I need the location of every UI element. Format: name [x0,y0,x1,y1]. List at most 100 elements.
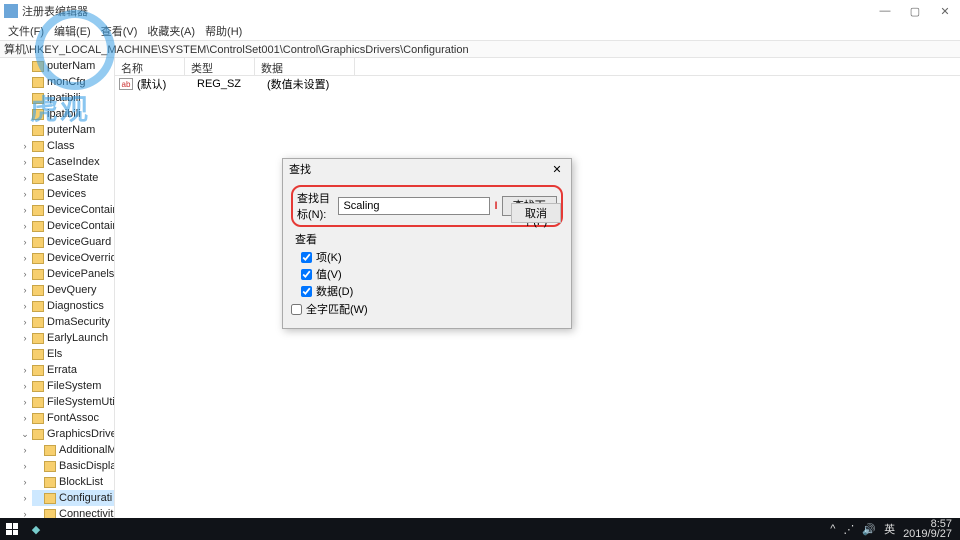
tree-node[interactable]: ipatibili [32,90,114,106]
tree-node[interactable]: ›BasicDispla [32,458,114,474]
tree-node-label: Devices [47,188,86,200]
chevron-right-icon[interactable]: › [20,381,30,391]
cancel-button[interactable]: 取消 [511,203,561,223]
tree-node[interactable]: ›Devices [32,186,114,202]
chevron-right-icon[interactable]: › [20,301,30,311]
chevron-right-icon[interactable]: › [20,461,30,471]
tree-node[interactable]: ›DeviceGuard [32,234,114,250]
tree-node[interactable]: ›DeviceContain [32,202,114,218]
tree-node-label: EarlyLaunch [47,332,108,344]
tree-node[interactable]: puterNam [32,58,114,74]
tree-node[interactable]: ›FileSystem [32,378,114,394]
chevron-right-icon[interactable]: › [20,221,30,231]
chevron-right-icon[interactable]: › [20,205,30,215]
menu-file[interactable]: 文件(F) [4,22,48,40]
tree-node[interactable]: ›DeviceOverrid [32,250,114,266]
tree-node-label: FileSystem [47,380,101,392]
tree-node[interactable]: Els [32,346,114,362]
chevron-right-icon[interactable]: › [20,477,30,487]
tree-node[interactable]: ›Configurati [32,490,114,506]
chevron-right-icon[interactable]: › [20,317,30,327]
tray-network-icon[interactable]: ⋰ [843,523,854,536]
col-type[interactable]: 类型 [185,58,255,75]
tree-panel[interactable]: puterNam monCfg ipatibili ipatibili puterNam… [0,58,115,518]
address-bar[interactable]: 算机\HKEY_LOCAL_MACHINE\SYSTEM\ControlSet0… [0,40,960,58]
chevron-right-icon[interactable]: › [20,413,30,423]
chevron-right-icon[interactable]: › [20,269,30,279]
chevron-right-icon[interactable]: › [20,365,30,375]
tree-node[interactable]: ›CaseIndex [32,154,114,170]
check-keys[interactable]: 项(K) [301,249,563,265]
tree-node[interactable]: ›DevicePanels [32,266,114,282]
col-name[interactable]: 名称 [115,58,185,75]
tree-node[interactable]: ›Class [32,138,114,154]
tree-node[interactable]: ›Errata [32,362,114,378]
maximize-button[interactable]: ▢ [900,0,930,22]
tree-node-label: ipatibili [47,92,81,104]
close-button[interactable]: ✕ [930,0,960,22]
folder-icon [44,445,56,456]
chevron-right-icon[interactable]: › [20,509,30,518]
cell-data: (数值未设置) [267,76,367,92]
tree-node-label: puterNam [47,124,95,136]
folder-icon [32,381,44,392]
chevron-right-icon[interactable]: › [20,333,30,343]
menu-edit[interactable]: 编辑(E) [50,22,95,40]
taskbar-app-icon[interactable]: ◆ [24,518,48,540]
chevron-right-icon[interactable]: › [20,173,30,183]
tree-node[interactable]: ⌄GraphicsDriver [32,426,114,442]
menu-help[interactable]: 帮助(H) [201,22,246,40]
tree-node[interactable]: puterNam [32,122,114,138]
folder-icon [32,429,44,440]
chevron-right-icon[interactable]: › [20,189,30,199]
folder-icon [32,397,44,408]
tree-node[interactable]: ›FontAssoc [32,410,114,426]
tree-node-label: FontAssoc [47,412,99,424]
tray-chevron-icon[interactable]: ^ [830,523,835,535]
tree-node-label: GraphicsDriver [47,428,115,440]
tree-node[interactable]: ›Diagnostics [32,298,114,314]
list-row[interactable]: ab (默认) REG_SZ (数值未设置) [115,76,960,92]
tree-node[interactable]: ipatibili [32,106,114,122]
close-icon[interactable]: ✕ [549,163,565,176]
folder-icon [32,413,44,424]
tree-node[interactable]: ›Connectivit [32,506,114,518]
start-button[interactable] [0,518,24,540]
check-data[interactable]: 数据(D) [301,283,563,299]
folder-icon [32,333,44,344]
chevron-right-icon[interactable]: › [20,237,30,247]
tree-node[interactable]: ›EarlyLaunch [32,330,114,346]
tree-node-label: Diagnostics [47,300,104,312]
menu-view[interactable]: 查看(V) [97,22,142,40]
tree-node[interactable]: ›DevQuery [32,282,114,298]
chevron-right-icon[interactable]: › [20,141,30,151]
tree-node[interactable]: ›CaseState [32,170,114,186]
tree-node[interactable]: ›AdditionalM [32,442,114,458]
tree-node-label: Class [47,140,75,152]
tree-node-label: DeviceContain [47,220,115,232]
chevron-right-icon[interactable]: › [20,445,30,455]
tree-node[interactable]: ›FileSystemUtil [32,394,114,410]
chevron-right-icon[interactable]: › [20,285,30,295]
find-target-input[interactable] [338,197,490,215]
tree-node[interactable]: ›DmaSecurity [32,314,114,330]
tree-node[interactable]: ›DeviceContain [32,218,114,234]
tree-node[interactable]: monCfg [32,74,114,90]
chevron-right-icon[interactable]: › [20,397,30,407]
tree-node-label: puterNam [47,60,95,72]
tree-node[interactable]: ›BlockList [32,474,114,490]
chevron-down-icon[interactable]: ⌄ [20,429,30,440]
chevron-right-icon[interactable]: › [20,157,30,167]
tray-volume-icon[interactable]: 🔊 [862,523,876,536]
check-wholeword[interactable]: 全字匹配(W) [291,301,563,317]
col-data[interactable]: 数据 [255,58,355,75]
folder-icon [32,205,44,216]
check-values[interactable]: 值(V) [301,266,563,282]
chevron-right-icon[interactable]: › [20,253,30,263]
minimize-button[interactable]: — [870,0,900,22]
chevron-right-icon[interactable]: › [20,493,30,503]
tray-clock[interactable]: 8:57 2019/9/27 [903,519,952,539]
tray-ime[interactable]: 英 [884,521,895,537]
tree-node-label: Els [47,348,62,360]
menu-favorites[interactable]: 收藏夹(A) [143,22,199,40]
